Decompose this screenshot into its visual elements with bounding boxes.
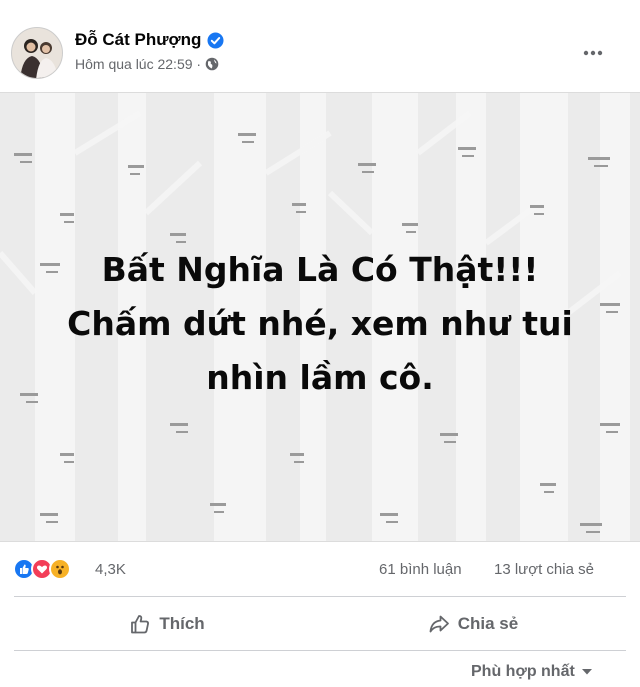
- post-meta: Hôm qua lúc 22:59 ·: [75, 56, 219, 72]
- post-text-line-3: nhìn lầm cô.: [206, 358, 434, 397]
- more-options-button[interactable]: [578, 38, 608, 68]
- post-image-text: Bất Nghĩa Là Có Thật!!! Chấm dứt nhé, xe…: [0, 243, 640, 405]
- post-card: Đỗ Cát Phượng Hôm qua lúc 22:59 · Bất Ng…: [0, 0, 640, 687]
- verified-badge-icon: [207, 32, 224, 49]
- post-stats: 4,3K 61 bình luận 13 lượt chia sẻ: [0, 548, 640, 592]
- wow-reaction-icon: [49, 558, 71, 580]
- author-name-row: Đỗ Cát Phượng: [75, 30, 224, 50]
- post-text-line-1: Bất Nghĩa Là Có Thật!!!: [101, 250, 539, 289]
- reaction-icons[interactable]: [13, 558, 71, 580]
- share-button-label: Chia sẻ: [457, 614, 519, 633]
- post-header: Đỗ Cát Phượng Hôm qua lúc 22:59 ·: [0, 0, 640, 92]
- post-text-line-2: Chấm dứt nhé, xem như tui: [67, 304, 573, 343]
- comment-sort-label: Phù hợp nhất: [471, 663, 575, 680]
- divider: [14, 596, 626, 597]
- divider: [14, 650, 626, 651]
- like-button[interactable]: Thích: [14, 602, 320, 646]
- comment-count[interactable]: 61 bình luận: [379, 561, 462, 578]
- post-timestamp[interactable]: Hôm qua lúc 22:59 ·: [75, 56, 201, 72]
- comment-sort-dropdown[interactable]: Phù hợp nhất: [471, 663, 593, 681]
- share-arrow-icon: [429, 615, 449, 633]
- reaction-count[interactable]: 4,3K: [95, 561, 126, 578]
- thumbs-up-icon: [131, 615, 150, 634]
- more-options-icon: [583, 50, 603, 56]
- globe-icon[interactable]: [205, 57, 219, 71]
- share-count[interactable]: 13 lượt chia sẻ: [494, 561, 594, 578]
- like-button-label: Thích: [159, 614, 205, 633]
- author-name[interactable]: Đỗ Cát Phượng: [75, 30, 201, 50]
- post-actions: Thích Chia sẻ: [14, 602, 626, 646]
- caret-down-icon: [581, 669, 592, 675]
- post-image[interactable]: Bất Nghĩa Là Có Thật!!! Chấm dứt nhé, xe…: [0, 92, 640, 542]
- author-avatar[interactable]: [11, 27, 63, 79]
- share-button[interactable]: Chia sẻ: [320, 602, 626, 646]
